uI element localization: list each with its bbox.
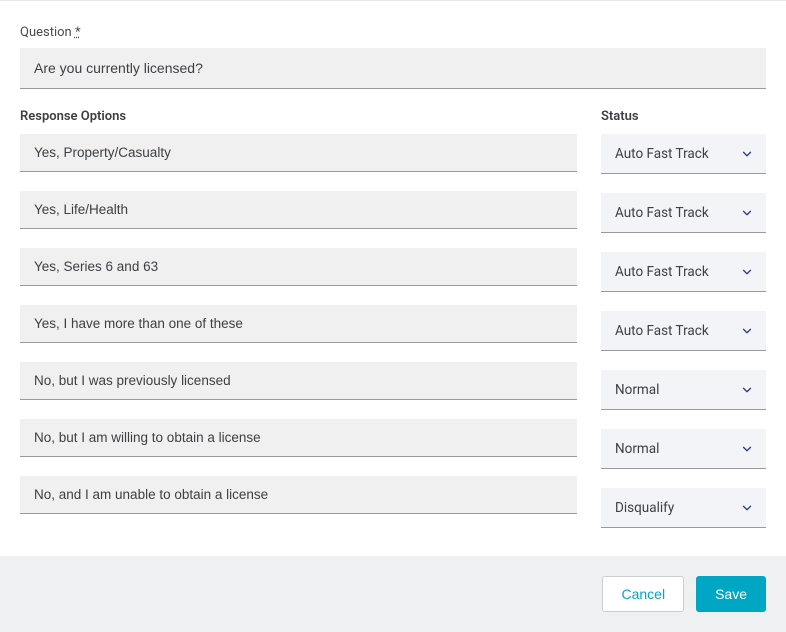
chevron-down-icon xyxy=(740,383,754,397)
question-label: Question * xyxy=(20,25,766,40)
status-select-value: Auto Fast Track xyxy=(615,146,709,162)
status-select[interactable]: Normal xyxy=(601,429,766,469)
status-select-value: Auto Fast Track xyxy=(615,264,709,280)
chevron-down-icon xyxy=(740,501,754,515)
status-header: Status xyxy=(601,109,766,124)
response-options-header: Response Options xyxy=(20,109,577,124)
chevron-down-icon xyxy=(740,206,754,220)
status-select-value: Normal xyxy=(615,382,659,398)
response-option-input[interactable] xyxy=(20,134,577,172)
status-select-value: Auto Fast Track xyxy=(615,323,709,339)
response-option-input[interactable] xyxy=(20,476,577,514)
status-select-value: Disqualify xyxy=(615,500,674,516)
footer: Cancel Save xyxy=(0,556,786,632)
status-select-value: Normal xyxy=(615,441,659,457)
status-select[interactable]: Auto Fast Track xyxy=(601,134,766,174)
chevron-down-icon xyxy=(740,442,754,456)
status-select[interactable]: Auto Fast Track xyxy=(601,311,766,351)
required-marker: * xyxy=(75,25,81,40)
response-option-input[interactable] xyxy=(20,419,577,457)
status-select-value: Auto Fast Track xyxy=(615,205,709,221)
response-option-input[interactable] xyxy=(20,362,577,400)
save-button[interactable]: Save xyxy=(696,576,766,612)
chevron-down-icon xyxy=(740,324,754,338)
response-option-input[interactable] xyxy=(20,248,577,286)
status-select[interactable]: Auto Fast Track xyxy=(601,252,766,292)
chevron-down-icon xyxy=(740,147,754,161)
response-option-input[interactable] xyxy=(20,191,577,229)
response-option-input[interactable] xyxy=(20,305,577,343)
status-select[interactable]: Normal xyxy=(601,370,766,410)
status-select[interactable]: Disqualify xyxy=(601,488,766,528)
status-select[interactable]: Auto Fast Track xyxy=(601,193,766,233)
chevron-down-icon xyxy=(740,265,754,279)
question-input[interactable] xyxy=(20,48,766,89)
question-label-text: Question xyxy=(20,25,72,40)
cancel-button[interactable]: Cancel xyxy=(602,576,684,612)
